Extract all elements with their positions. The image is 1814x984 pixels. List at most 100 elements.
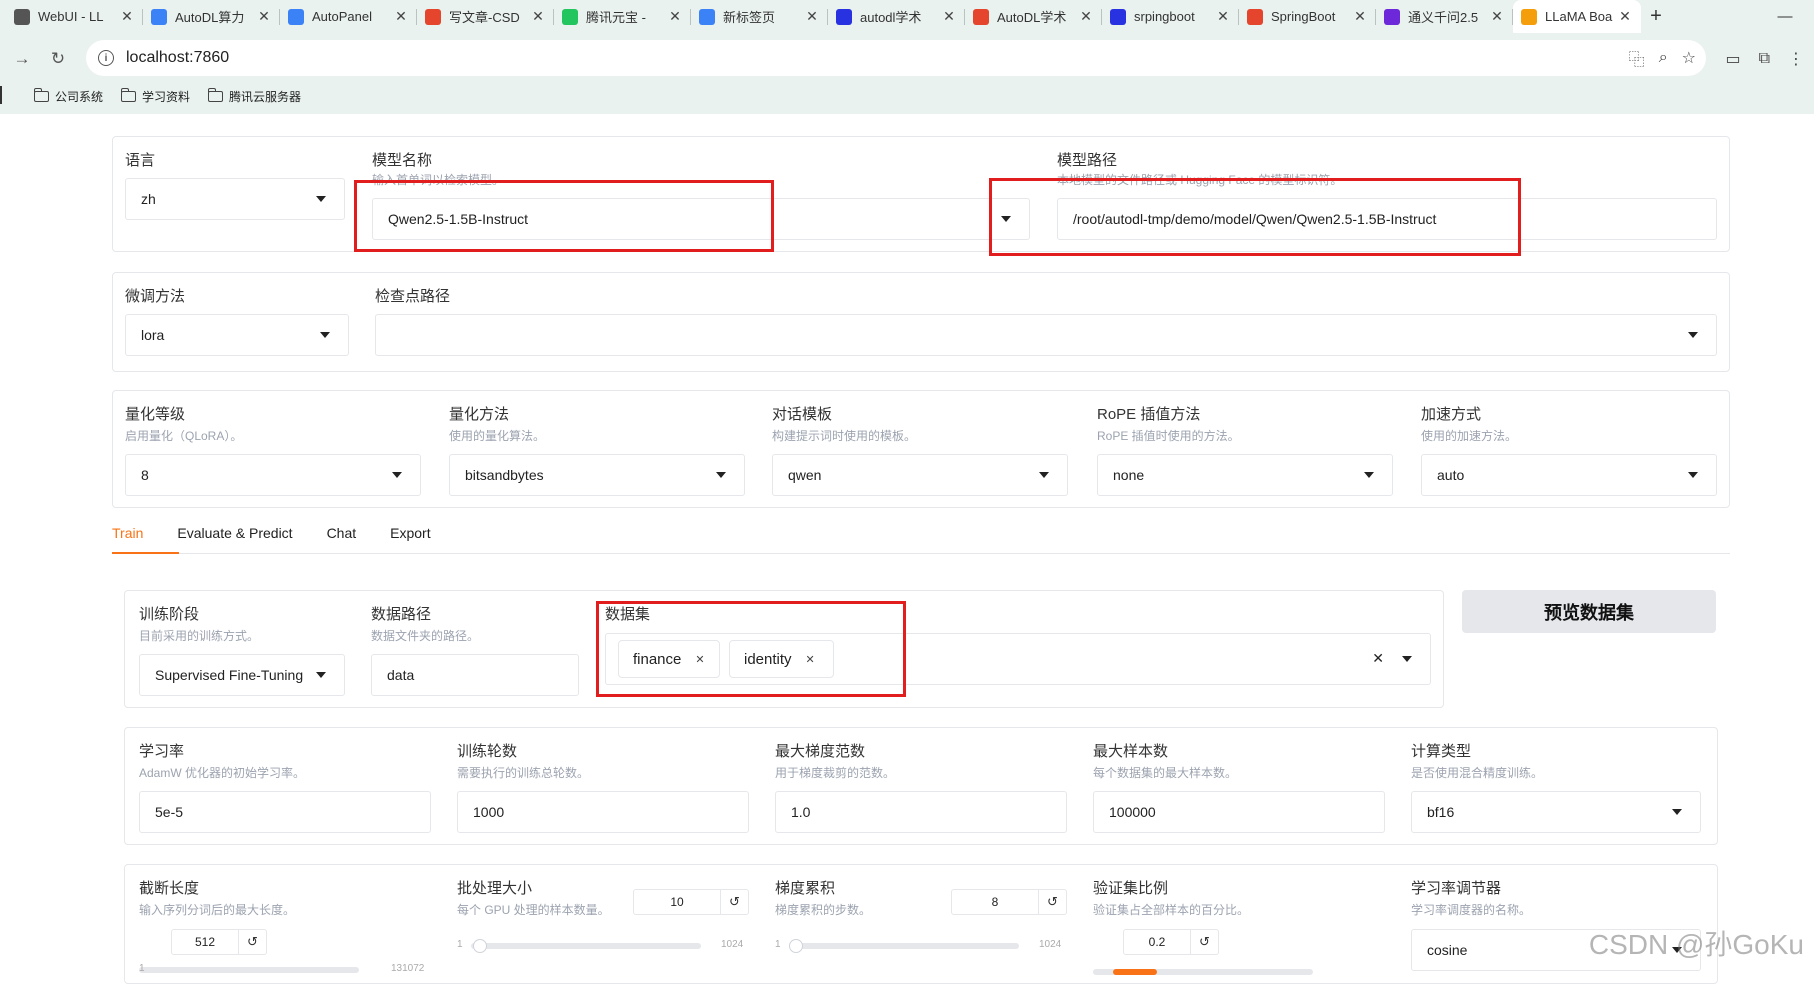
browser-tab[interactable]: 写文章-CSD✕ [417, 0, 554, 33]
batch-min: 1 [457, 939, 463, 950]
ckpt-select[interactable] [375, 314, 1717, 356]
bookmark-folder[interactable]: 公司系统 [34, 88, 103, 105]
dir-input[interactable]: data [371, 654, 579, 696]
favicon-icon [1521, 9, 1537, 25]
lang-select[interactable]: zh [125, 178, 345, 220]
browser-tab[interactable]: AutoPanel✕ [280, 0, 417, 33]
quant-field-select[interactable]: auto [1421, 454, 1717, 496]
sched-value: cosine [1427, 942, 1467, 958]
tab-title: AutoPanel [312, 9, 393, 24]
zoom-icon[interactable]: ⌕ [1659, 49, 1668, 67]
menu-icon[interactable]: ⋮ [1788, 49, 1804, 69]
stage-select[interactable]: Supervised Fine-Tuning [139, 654, 345, 696]
reset-icon[interactable]: ↺ [720, 890, 748, 914]
quant-field-select[interactable]: qwen [772, 454, 1068, 496]
close-icon[interactable]: ✕ [119, 8, 135, 25]
ckpt-label: 检查点路径 [375, 285, 450, 306]
hparam-label: 最大梯度范数 [775, 740, 865, 761]
browser-tab[interactable]: 新标签页✕ [691, 0, 828, 33]
minimize-icon[interactable]: — [1756, 0, 1814, 33]
batch-number[interactable]: 10↺ [633, 889, 749, 915]
browser-tab[interactable]: SpringBoot✕ [1239, 0, 1376, 33]
extensions-icon[interactable]: ⧉ [1759, 50, 1770, 68]
close-icon[interactable]: ✕ [1352, 8, 1368, 25]
reset-icon[interactable]: ↺ [238, 930, 266, 954]
favicon-icon [973, 9, 989, 25]
lang-value: zh [141, 191, 156, 207]
bookmark-star-icon[interactable]: ☆ [1682, 48, 1696, 68]
browser-tab-active[interactable]: LLaMA Boa✕ [1513, 0, 1641, 33]
tab-train[interactable]: Train [112, 525, 143, 541]
hparam-select[interactable]: bf16 [1411, 791, 1701, 833]
cutoff-number[interactable]: 512↺ [171, 929, 267, 955]
new-tab-button[interactable]: + [1641, 0, 1671, 33]
batch-slider[interactable] [471, 943, 701, 949]
folder-icon [208, 91, 223, 102]
hparam-input[interactable]: 100000 [1093, 791, 1385, 833]
bookmark-folder[interactable]: 学习资料 [121, 88, 190, 105]
favicon-icon [836, 9, 852, 25]
val-number[interactable]: 0.2↺ [1123, 929, 1219, 955]
browser-tab[interactable]: AutoDL算力✕ [143, 0, 280, 33]
tab-evaluate[interactable]: Evaluate & Predict [177, 525, 292, 541]
accum-desc: 梯度累积的步数。 [775, 901, 871, 918]
close-icon[interactable]: ✕ [530, 8, 546, 25]
method-select[interactable]: lora [125, 314, 349, 356]
quant-field-select[interactable]: 8 [125, 454, 421, 496]
close-icon[interactable]: ✕ [1489, 8, 1505, 25]
reset-icon[interactable]: ↺ [1038, 890, 1066, 914]
val-slider[interactable] [1093, 969, 1313, 975]
tab-export[interactable]: Export [390, 525, 430, 541]
accum-number[interactable]: 8↺ [951, 889, 1067, 915]
hparam-input[interactable]: 1000 [457, 791, 749, 833]
sidebar-icon[interactable]: ▭ [1725, 49, 1740, 69]
hparam-value: 100000 [1109, 804, 1156, 820]
preview-dataset-button[interactable]: 预览数据集 [1462, 590, 1716, 633]
browser-tab[interactable]: 腾讯元宝 -✕ [554, 0, 691, 33]
address-bar[interactable]: i localhost:7860 ⿻ ⌕ ☆ [86, 40, 1706, 76]
accum-min: 1 [775, 939, 781, 950]
tab-title: AutoDL算力 [175, 7, 256, 26]
close-icon[interactable]: ✕ [393, 8, 409, 25]
close-icon[interactable]: ✕ [667, 8, 683, 25]
close-icon[interactable]: ✕ [1215, 8, 1231, 25]
close-icon[interactable]: ✕ [804, 8, 820, 25]
sched-label: 学习率调节器 [1411, 877, 1501, 898]
method-value: lora [141, 327, 164, 343]
reset-icon[interactable]: ↺ [1190, 930, 1218, 954]
quant-field-select[interactable]: bitsandbytes [449, 454, 745, 496]
hparam-input[interactable]: 5e-5 [139, 791, 431, 833]
tab-title: srpingboot [1134, 9, 1215, 24]
accum-slider[interactable] [789, 943, 1019, 949]
bookmark-label: 学习资料 [142, 88, 190, 105]
hparam-value: 1000 [473, 804, 504, 820]
hparam-label: 最大样本数 [1093, 740, 1168, 761]
clear-icon[interactable]: ✕ [1372, 650, 1384, 667]
tab-chat[interactable]: Chat [327, 525, 357, 541]
tab-title: 新标签页 [723, 7, 804, 26]
close-icon[interactable]: ✕ [1617, 8, 1633, 25]
close-icon[interactable]: ✕ [256, 8, 272, 25]
cutoff-slider[interactable] [139, 967, 359, 973]
translate-icon[interactable]: ⿻ [1629, 46, 1645, 70]
hparam-input[interactable]: 1.0 [775, 791, 1067, 833]
close-icon[interactable]: ✕ [1078, 8, 1094, 25]
browser-tab[interactable]: AutoDL学术✕ [965, 0, 1102, 33]
close-icon[interactable]: ✕ [941, 8, 957, 25]
favicon-icon [1384, 9, 1400, 25]
quant-field-label: 量化等级 [125, 403, 185, 424]
slider-knob[interactable] [789, 939, 803, 953]
browser-tab[interactable]: WebUI - LL✕ [6, 0, 143, 33]
site-info-icon[interactable]: i [98, 50, 114, 66]
quant-field-desc: 启用量化（QLoRA）。 [125, 427, 242, 444]
bookmark-folder[interactable]: 腾讯云服务器 [208, 88, 301, 105]
slider-knob[interactable] [473, 939, 487, 953]
browser-tab[interactable]: autodl学术✕ [828, 0, 965, 33]
tab-title: LLaMA Boa [1545, 9, 1617, 24]
reload-icon[interactable]: ↻ [44, 45, 72, 73]
browser-tab[interactable]: srpingboot✕ [1102, 0, 1239, 33]
browser-tab[interactable]: 通义千问2.5✕ [1376, 0, 1513, 33]
quant-field-desc: 使用的加速方法。 [1421, 427, 1517, 444]
quant-field-select[interactable]: none [1097, 454, 1393, 496]
forward-icon[interactable]: → [8, 45, 36, 73]
